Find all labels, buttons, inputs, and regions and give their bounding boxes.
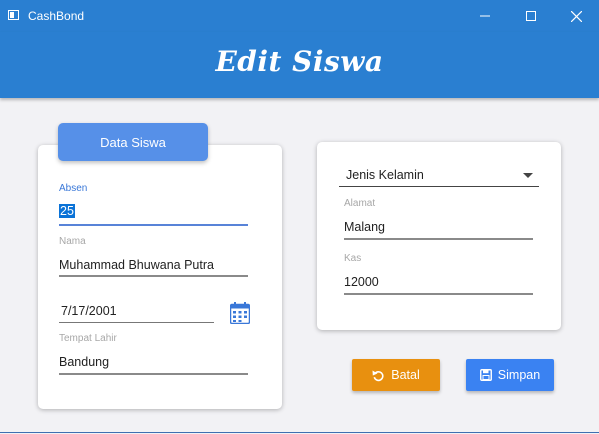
window-title: CashBond bbox=[28, 9, 85, 23]
absen-value: 25 bbox=[59, 204, 75, 218]
jenis-kelamin-select[interactable]: Jenis Kelamin bbox=[346, 168, 424, 182]
save-icon bbox=[479, 369, 492, 381]
simpan-button[interactable]: Simpan bbox=[466, 359, 554, 391]
nama-label: Nama bbox=[59, 236, 86, 247]
window-bottom-border bbox=[0, 432, 599, 433]
absen-field[interactable]: 25 bbox=[59, 204, 75, 218]
undo-icon bbox=[372, 370, 384, 381]
alamat-label: Alamat bbox=[344, 198, 376, 209]
simpan-label: Simpan bbox=[497, 368, 541, 382]
tempat-lahir-underline bbox=[59, 373, 248, 375]
kas-field[interactable]: 12000 bbox=[344, 275, 379, 289]
chevron-down-icon[interactable] bbox=[523, 173, 533, 178]
maximize-button[interactable] bbox=[508, 0, 554, 32]
page-title: Edit Siswa bbox=[215, 45, 384, 78]
data-siswa-tab[interactable]: Data Siswa bbox=[58, 123, 208, 161]
tanggal-underline bbox=[59, 322, 214, 323]
batal-label: Batal bbox=[391, 368, 420, 382]
alamat-underline bbox=[344, 238, 533, 240]
nama-field[interactable]: Muhammad Bhuwana Putra bbox=[59, 258, 214, 272]
title-bar: CashBond bbox=[0, 0, 599, 32]
nama-underline bbox=[59, 275, 248, 277]
absen-label: Absen bbox=[59, 183, 88, 194]
batal-button[interactable]: Batal bbox=[352, 359, 440, 391]
absen-underline bbox=[59, 224, 248, 226]
tempat-lahir-label: Tempat Lahir bbox=[59, 333, 117, 344]
tempat-lahir-field[interactable]: Bandung bbox=[59, 355, 109, 369]
alamat-field[interactable]: Malang bbox=[344, 220, 385, 234]
maximize-icon bbox=[526, 11, 536, 21]
kas-underline bbox=[344, 293, 533, 295]
kas-label: Kas bbox=[344, 253, 362, 264]
close-icon bbox=[570, 10, 582, 22]
tanggal-lahir-field[interactable]: 7/17/2001 bbox=[61, 304, 117, 318]
app-icon bbox=[8, 10, 19, 20]
page-header: Edit Siswa bbox=[0, 32, 599, 98]
jenis-kelamin-underline bbox=[339, 186, 539, 187]
close-button[interactable] bbox=[553, 0, 599, 32]
calendar-icon[interactable] bbox=[229, 302, 251, 329]
minimize-button[interactable] bbox=[462, 0, 508, 32]
minimize-icon bbox=[480, 15, 490, 17]
